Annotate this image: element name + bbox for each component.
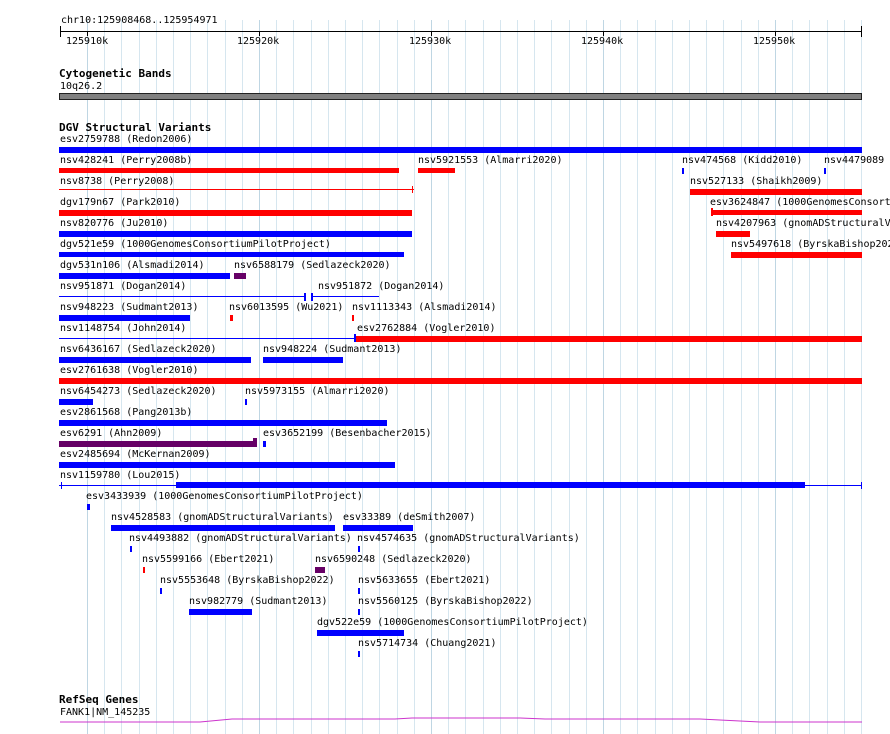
refseq-gene-model[interactable] [0,0,890,734]
genome-browser-view: chr10:125908468..125954971 125910k 12592… [0,0,890,734]
